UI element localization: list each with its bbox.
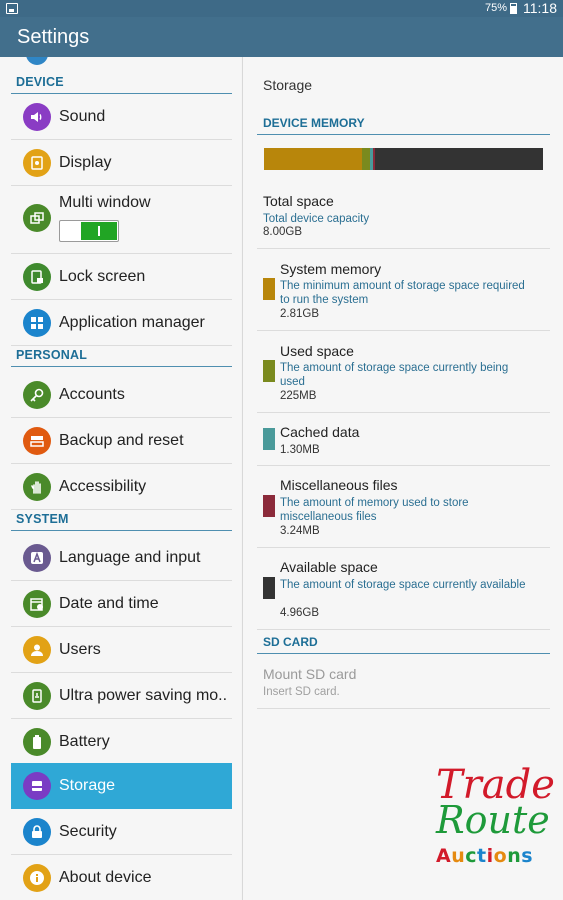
multi-window-icon <box>23 204 51 232</box>
section-header-personal: PERSONAL <box>11 335 232 367</box>
section-header-system: SYSTEM <box>11 499 232 531</box>
row-misc-files: Miscellaneous files The amount of memory… <box>257 466 550 548</box>
settings-item-battery[interactable]: Battery <box>11 719 232 765</box>
row-mount-sd-card[interactable]: Mount SD card Insert SD card. <box>257 654 550 709</box>
settings-item-storage[interactable]: Storage <box>11 763 232 809</box>
storage-bar-segment <box>361 148 370 170</box>
storage-bar-segment <box>375 148 543 170</box>
section-header-device-memory: DEVICE MEMORY <box>257 114 550 135</box>
multi-window-toggle[interactable] <box>59 220 119 242</box>
row-used-space: Used space The amount of storage space c… <box>257 331 550 413</box>
watermark-letter: A <box>436 845 452 867</box>
power-saving-icon <box>23 682 51 710</box>
storage-usage-bar <box>264 148 543 170</box>
settings-item-multi-window[interactable]: Multi window <box>11 186 232 254</box>
calendar-clock-icon <box>23 590 51 618</box>
row-cached-data: Cached data 1.30MB <box>257 413 550 466</box>
battery-icon <box>23 728 51 756</box>
settings-item-date-time[interactable]: Date and time <box>11 581 232 627</box>
settings-item-display[interactable]: Display <box>11 140 232 186</box>
trade-route-auctions-watermark: Trade Route Auctions <box>436 762 555 867</box>
settings-item-backup-reset[interactable]: Backup and reset <box>11 418 232 464</box>
settings-item-users[interactable]: Users <box>11 627 232 673</box>
screenshot-notification-icon <box>6 3 18 14</box>
watermark-letter: s <box>521 845 534 867</box>
cached-data-swatch <box>263 428 275 450</box>
watermark-auctions: Auctions <box>436 845 533 867</box>
row-total-space: Total space Total device capacity 8.00GB <box>257 181 550 249</box>
speaker-icon <box>23 103 51 131</box>
clock: 11:18 <box>523 0 557 16</box>
settings-list[interactable]: DEVICE Sound Display Multi window Lock s… <box>0 57 241 900</box>
toggle-knob <box>81 222 117 240</box>
section-header-sd-card: SD CARD <box>257 633 550 654</box>
app-title: Settings <box>17 26 90 48</box>
settings-item-about-device[interactable]: About device <box>11 855 232 900</box>
panel-title: Storage <box>263 77 313 93</box>
language-icon <box>23 544 51 572</box>
watermark-letter: u <box>451 845 466 867</box>
app-grid-icon <box>23 309 51 337</box>
lock-icon <box>23 818 51 846</box>
lock-screen-icon <box>23 263 51 291</box>
available-space-swatch <box>263 577 275 599</box>
system-memory-swatch <box>263 278 275 300</box>
key-icon <box>23 381 51 409</box>
watermark-letter: i <box>486 845 494 867</box>
battery-percent: 75% <box>484 2 507 14</box>
settings-item-security[interactable]: Security <box>11 809 232 855</box>
settings-item-sound[interactable]: Sound <box>11 94 232 140</box>
misc-files-swatch <box>263 495 275 517</box>
action-bar: Settings <box>0 17 563 57</box>
row-available-space: Available space The amount of storage sp… <box>257 548 550 630</box>
watermark-letter: c <box>465 845 478 867</box>
hand-icon <box>23 473 51 501</box>
row-system-memory: System memory The minimum amount of stor… <box>257 249 550 331</box>
backup-icon <box>23 427 51 455</box>
settings-item-ultra-power-saving[interactable]: Ultra power saving mo.. <box>11 673 232 719</box>
settings-item-lock-screen[interactable]: Lock screen <box>11 254 232 300</box>
storage-bar-segment <box>264 148 362 170</box>
user-icon <box>23 636 51 664</box>
status-bar: 75% 11:18 <box>0 0 563 17</box>
settings-item-language-input[interactable]: Language and input <box>11 535 232 581</box>
watermark-letter: n <box>507 845 522 867</box>
battery-icon <box>510 3 517 14</box>
settings-item-accounts[interactable]: Accounts <box>11 372 232 418</box>
info-icon <box>23 864 51 892</box>
display-brightness-icon <box>23 149 51 177</box>
watermark-letter: t <box>477 845 487 867</box>
storage-icon <box>23 772 51 800</box>
watermark-letter: o <box>493 845 508 867</box>
used-space-swatch <box>263 360 275 382</box>
section-header-device: DEVICE <box>11 57 232 94</box>
